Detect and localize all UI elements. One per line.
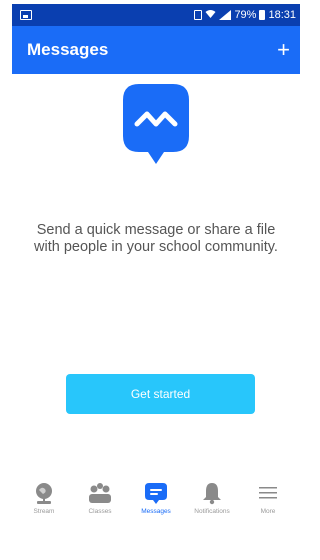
wifi-icon xyxy=(205,9,216,22)
get-started-button[interactable]: Get started xyxy=(66,374,255,414)
phone-screen: 79% 18:31 Messages + Send a quick messag… xyxy=(12,4,300,560)
nav-label-notifications: Notifications xyxy=(194,508,230,515)
globe-icon xyxy=(30,480,58,506)
nav-item-more[interactable]: More xyxy=(240,480,296,530)
battery-icon xyxy=(259,10,266,20)
nav-label-classes: Classes xyxy=(88,508,112,515)
page-title: Messages xyxy=(27,40,109,59)
app-bar: Messages + xyxy=(12,26,300,74)
bottom-navigation: Stream Classes Messages Notifications Mo… xyxy=(12,480,300,530)
status-bar-right: 79% 18:31 xyxy=(194,9,296,22)
clock: 18:31 xyxy=(268,9,296,21)
nav-item-classes[interactable]: Classes xyxy=(72,480,128,530)
status-bar: 79% 18:31 xyxy=(12,4,300,26)
messages-icon xyxy=(142,480,170,506)
menu-icon xyxy=(254,480,282,506)
battery-percent: 79% xyxy=(234,9,257,21)
nav-item-messages[interactable]: Messages xyxy=(128,480,184,530)
signal-icon xyxy=(219,10,232,20)
bell-icon xyxy=(198,480,226,506)
sim-icon xyxy=(194,10,203,20)
message-bubble-icon xyxy=(123,84,189,164)
empty-state-message: Send a quick message or share a file wit… xyxy=(34,222,278,255)
add-icon[interactable]: + xyxy=(277,39,290,61)
empty-state-illustration xyxy=(12,76,300,166)
nav-item-stream[interactable]: Stream xyxy=(16,480,72,530)
nav-label-messages: Messages xyxy=(141,508,171,515)
nav-label-stream: Stream xyxy=(33,508,55,515)
classes-icon xyxy=(86,480,114,506)
nav-label-more: More xyxy=(260,508,276,515)
gallery-notification-icon xyxy=(20,10,32,20)
nav-item-notifications[interactable]: Notifications xyxy=(184,480,240,530)
